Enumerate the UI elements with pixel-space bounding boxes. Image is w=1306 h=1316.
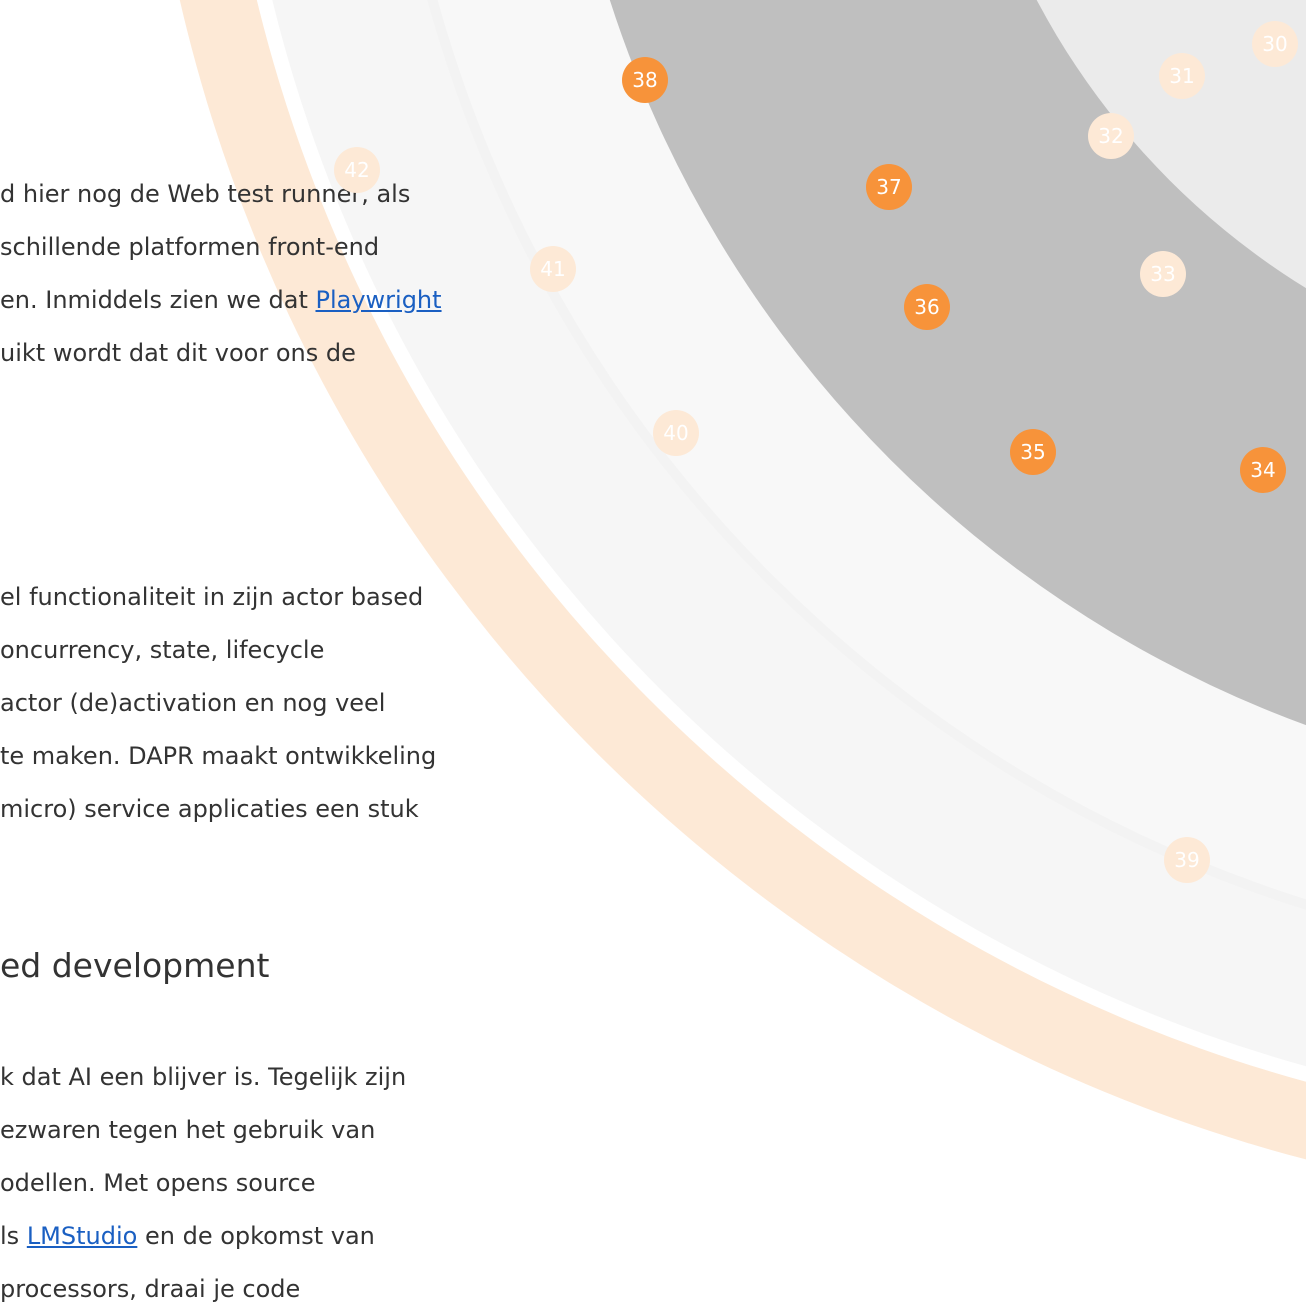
blip-35[interactable]: 35 <box>1010 429 1056 475</box>
blip-37[interactable]: 37 <box>866 164 912 210</box>
blip-33[interactable]: 33 <box>1140 251 1186 297</box>
blip-41[interactable]: 41 <box>530 246 576 292</box>
blip-30[interactable]: 30 <box>1252 21 1298 67</box>
blip-39[interactable]: 39 <box>1164 837 1210 883</box>
blip-34[interactable]: 34 <box>1240 447 1286 493</box>
radar-blips: 30 31 32 33 34 35 36 37 38 39 40 41 42 <box>0 0 1306 1311</box>
blip-31[interactable]: 31 <box>1159 53 1205 99</box>
blip-40[interactable]: 40 <box>653 410 699 456</box>
blip-38[interactable]: 38 <box>622 57 668 103</box>
blip-36[interactable]: 36 <box>904 284 950 330</box>
blip-42[interactable]: 42 <box>334 147 380 193</box>
blip-32[interactable]: 32 <box>1088 113 1134 159</box>
